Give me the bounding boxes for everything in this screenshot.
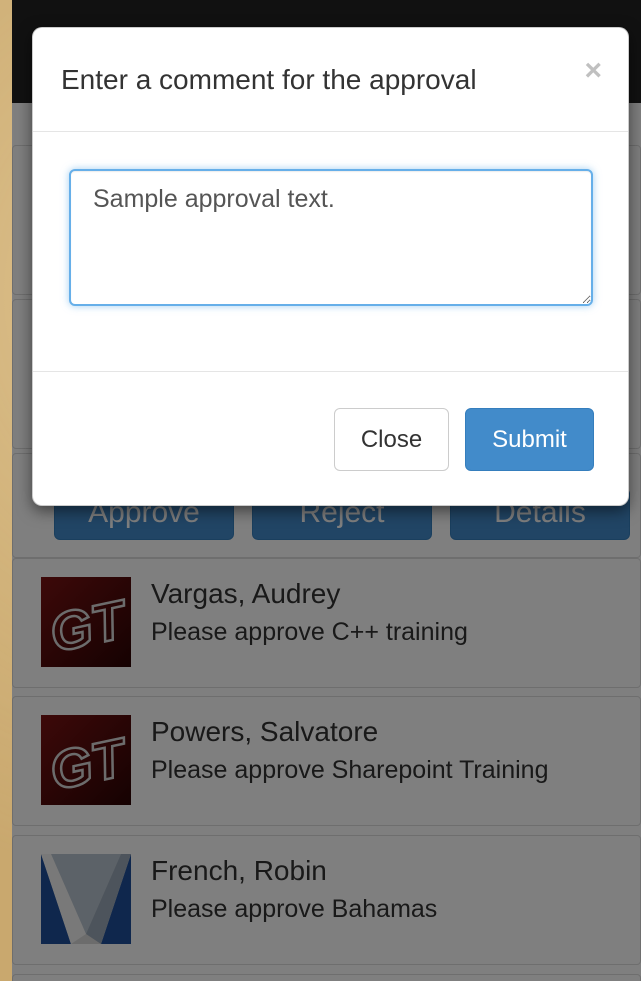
modal-title: Enter a comment for the approval: [61, 64, 477, 95]
close-icon[interactable]: ×: [584, 56, 602, 86]
modal-body: Sample approval text.: [33, 132, 628, 372]
close-button[interactable]: Close: [334, 408, 449, 471]
submit-button[interactable]: Submit: [465, 408, 594, 471]
comment-textarea[interactable]: Sample approval text.: [69, 169, 593, 306]
modal-footer: Close Submit: [33, 371, 628, 505]
comment-modal: Enter a comment for the approval × Sampl…: [32, 27, 629, 506]
modal-header: Enter a comment for the approval ×: [33, 28, 628, 132]
